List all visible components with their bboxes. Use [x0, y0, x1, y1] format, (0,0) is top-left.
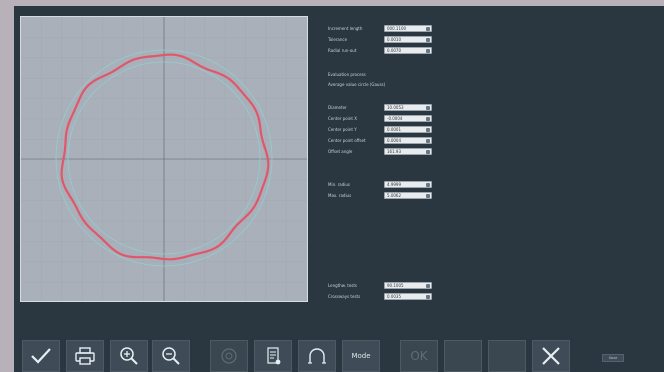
mode-button-label: Mode — [351, 352, 371, 360]
evaluation-label: Evaluation process — [328, 72, 366, 77]
field-value: 10.0053 — [387, 105, 404, 110]
ok-button[interactable]: OK — [400, 340, 438, 372]
zoom-in-button[interactable] — [110, 340, 148, 372]
field-value: 90.1005 — [387, 283, 404, 288]
confirm-button[interactable] — [22, 340, 60, 372]
target-icon — [221, 348, 237, 364]
offset-angle-input[interactable]: 161.93 — [384, 148, 432, 155]
tolerance-input[interactable]: 0.0010 — [384, 36, 432, 43]
field-label: Radial run-out — [328, 48, 357, 53]
field-label: Lengthw. tests — [328, 283, 358, 288]
save-button[interactable]: Save — [602, 354, 624, 362]
field-label: Crossways tests — [328, 294, 361, 299]
center-y-input[interactable]: 0.0001 — [384, 126, 432, 133]
roundness-plot — [20, 16, 308, 302]
radial-run-out-input[interactable]: 0.0070 — [384, 47, 432, 54]
spin-icon[interactable] — [426, 295, 430, 299]
print-button[interactable] — [66, 340, 104, 372]
field-value: 0.0004 — [387, 138, 401, 143]
blank-button-1[interactable] — [444, 340, 482, 372]
measurement-screen: Increment length 000.1100 Tolerance 0.00… — [14, 6, 664, 372]
measured-profile-trace — [60, 53, 270, 261]
document-icon — [267, 347, 281, 365]
center-offset-input[interactable]: 0.0004 — [384, 137, 432, 144]
mode-button[interactable]: Mode — [342, 340, 380, 372]
field-label: Center point offset — [328, 138, 366, 143]
spin-icon[interactable] — [426, 128, 430, 132]
center-button[interactable] — [210, 340, 248, 372]
close-icon — [542, 347, 560, 365]
field-label: Increment length — [328, 26, 363, 31]
evaluation-value[interactable]: Average value circle (Gauss) — [328, 82, 385, 87]
diameter-input[interactable]: 10.0053 — [384, 104, 432, 111]
ok-button-label: OK — [410, 349, 428, 363]
max-radius-input[interactable]: 5.0062 — [384, 192, 432, 199]
spin-icon[interactable] — [426, 117, 430, 121]
field-label: Offset angle — [328, 149, 353, 154]
zoom-out-button[interactable] — [152, 340, 190, 372]
field-label: Center point X — [328, 116, 357, 121]
increment-length-input[interactable]: 000.1100 — [384, 25, 432, 32]
arc-icon — [308, 348, 326, 364]
field-label: Min. radius — [328, 182, 351, 187]
bottom-toolbar: Mode OK — [14, 336, 664, 372]
field-value: 0.0010 — [387, 37, 401, 42]
field-value: -0.0004 — [387, 116, 403, 121]
blank-button-2[interactable] — [488, 340, 526, 372]
spin-icon[interactable] — [426, 49, 430, 53]
close-button[interactable] — [532, 340, 570, 372]
spin-icon[interactable] — [426, 27, 430, 31]
field-value: 4.9999 — [387, 182, 401, 187]
lengthwise-tests-input[interactable]: 90.1005 — [384, 282, 432, 289]
center-x-input[interactable]: -0.0004 — [384, 115, 432, 122]
field-label: Diameter — [328, 105, 347, 110]
crossways-tests-input[interactable]: 0.0035 — [384, 293, 432, 300]
field-value: 000.1100 — [387, 26, 407, 31]
check-icon — [31, 348, 51, 364]
spin-icon[interactable] — [426, 194, 430, 198]
spin-icon[interactable] — [426, 139, 430, 143]
spin-icon[interactable] — [426, 38, 430, 42]
zoom-in-icon — [120, 347, 138, 365]
field-value: 0.0001 — [387, 127, 401, 132]
spin-icon[interactable] — [426, 150, 430, 154]
field-value: 161.93 — [387, 149, 401, 154]
report-button[interactable] — [254, 340, 292, 372]
spin-icon[interactable] — [426, 284, 430, 288]
field-label: Tolerance — [328, 37, 348, 42]
zoom-out-icon — [162, 347, 180, 365]
min-radius-input[interactable]: 4.9999 — [384, 181, 432, 188]
field-label: Center point Y — [328, 127, 357, 132]
printer-icon — [75, 347, 95, 365]
field-value: 5.0062 — [387, 193, 401, 198]
spin-icon[interactable] — [426, 106, 430, 110]
spin-icon[interactable] — [426, 183, 430, 187]
field-value: 0.0035 — [387, 294, 401, 299]
field-label: Max. radius — [328, 193, 352, 198]
profile-button[interactable] — [298, 340, 336, 372]
field-value: 0.0070 — [387, 48, 401, 53]
